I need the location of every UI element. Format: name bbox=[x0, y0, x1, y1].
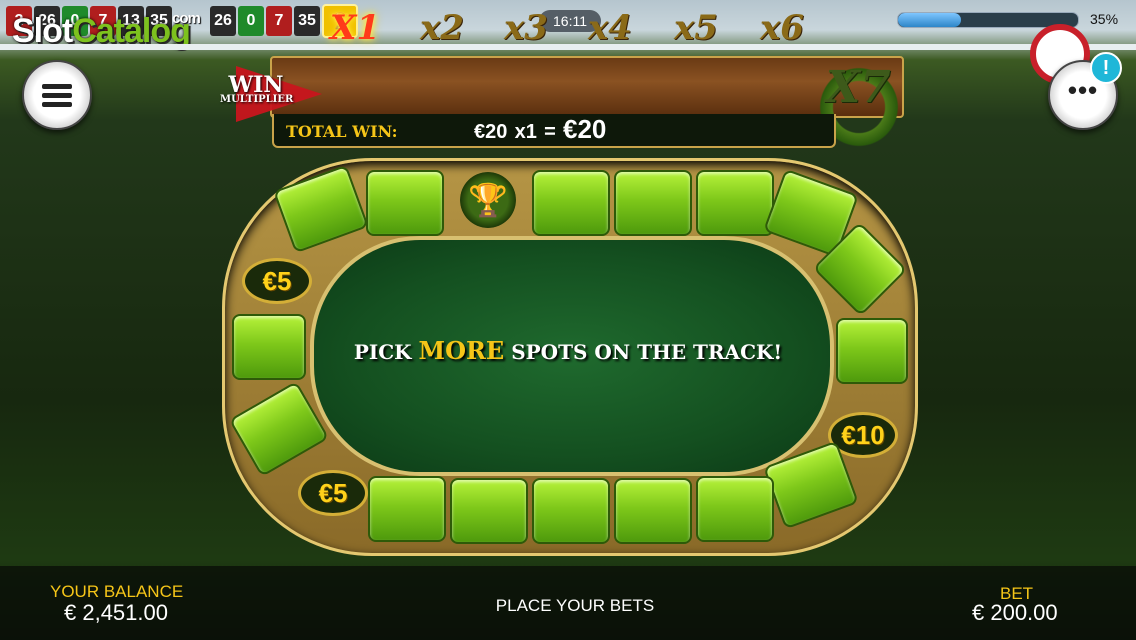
track-spot[interactable] bbox=[368, 476, 446, 542]
history-number: 26 bbox=[210, 6, 236, 36]
multiplier-x4: x4 bbox=[588, 8, 632, 48]
track-spot[interactable] bbox=[450, 478, 528, 544]
racetrack-rail bbox=[0, 44, 1136, 50]
history-number: 7 bbox=[266, 6, 292, 36]
menu-icon bbox=[42, 80, 72, 111]
notification-icon[interactable]: ! bbox=[1090, 52, 1122, 84]
track-spot[interactable] bbox=[836, 318, 908, 384]
coin-5[interactable]: €5 bbox=[298, 470, 368, 516]
history-number: 0 bbox=[238, 6, 264, 36]
track-spot[interactable] bbox=[614, 170, 692, 236]
trophy-icon: 🏆 bbox=[460, 172, 516, 228]
multiplier-x3: x3 bbox=[504, 8, 548, 48]
progress-label: 35% bbox=[1090, 11, 1119, 27]
multiplier-bar bbox=[270, 56, 904, 118]
multiplier-x1: X1 bbox=[330, 8, 381, 48]
multiplier-x7: X7 bbox=[826, 62, 891, 113]
multiplier-x2: x2 bbox=[420, 8, 464, 48]
coin-5[interactable]: €5 bbox=[242, 258, 312, 304]
multiplier-x5: x5 bbox=[674, 8, 718, 48]
track-spot[interactable] bbox=[696, 476, 774, 542]
total-win-label: TOTAL WIN: bbox=[286, 122, 398, 141]
pick-message: PICK MORE SPOTS ON THE TRACK! bbox=[353, 336, 783, 365]
total-win-value: €20 x1 = €20 bbox=[474, 114, 607, 144]
track-spot[interactable] bbox=[614, 478, 692, 544]
multiplier-x6: x6 bbox=[760, 8, 804, 48]
status-text: PLACE YOUR BETS bbox=[495, 596, 655, 615]
win-multiplier-label: WIN MULTIPLIER bbox=[220, 72, 294, 105]
bet-value[interactable]: € 200.00 bbox=[972, 600, 1058, 626]
track-spot[interactable] bbox=[532, 478, 610, 544]
track-spot[interactable] bbox=[232, 314, 306, 380]
track-spot[interactable] bbox=[366, 170, 444, 236]
history-number: 35 bbox=[294, 6, 320, 36]
track-spot[interactable] bbox=[532, 170, 610, 236]
more-icon: ••• bbox=[1067, 75, 1099, 105]
menu-button[interactable] bbox=[22, 60, 92, 130]
total-win-panel: TOTAL WIN: €20 x1 = €20 bbox=[272, 114, 836, 148]
track-spot[interactable] bbox=[696, 170, 774, 236]
